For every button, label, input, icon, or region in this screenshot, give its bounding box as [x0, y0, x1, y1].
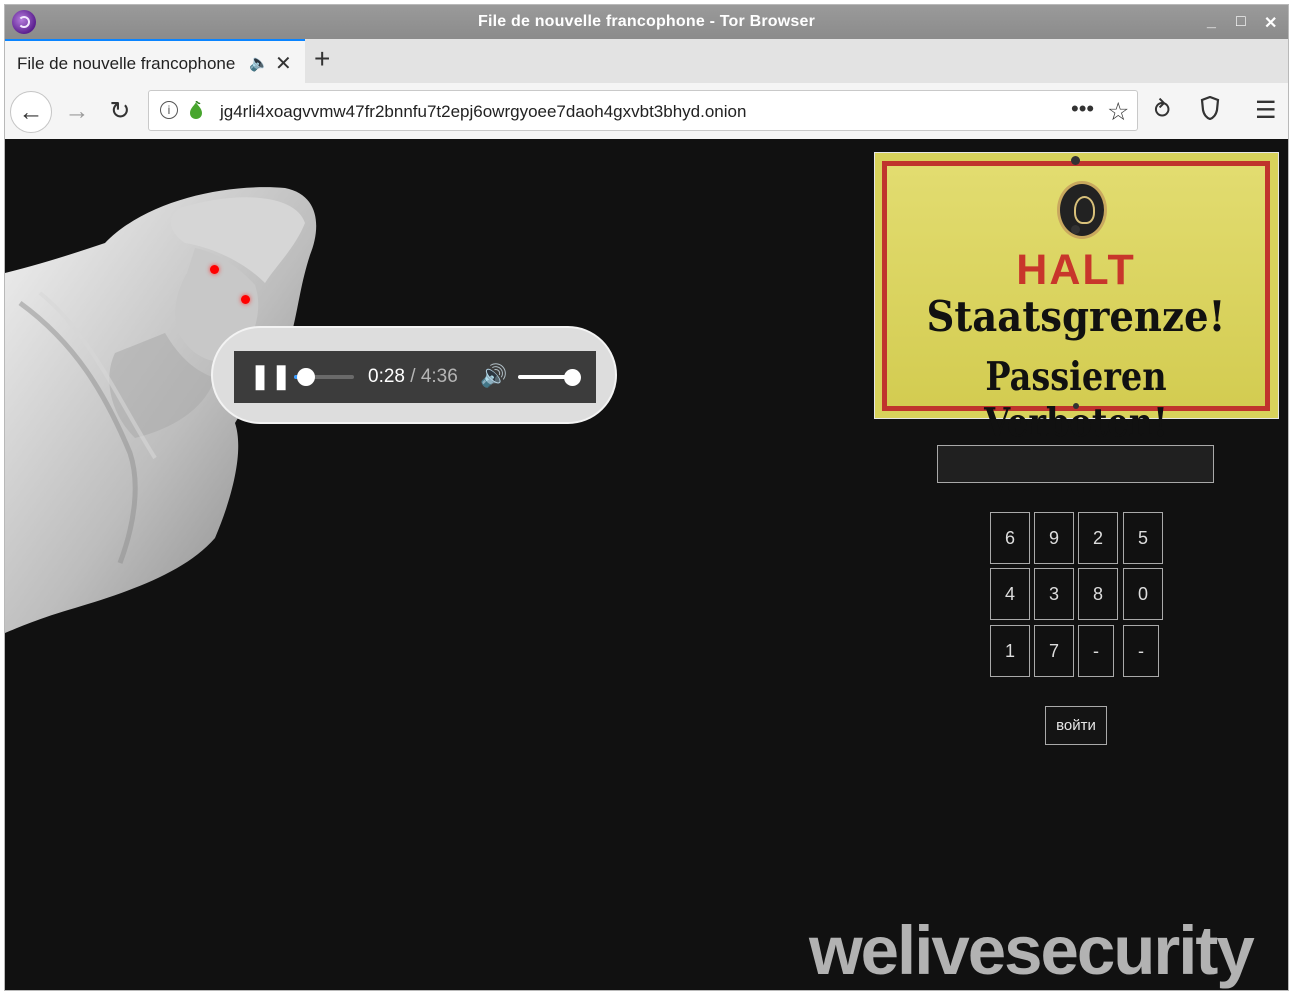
reload-icon[interactable]: ↻	[100, 91, 140, 131]
code-input[interactable]	[937, 445, 1214, 483]
keypad-key[interactable]: 5	[1123, 512, 1163, 564]
title-bar: File de nouvelle francophone - Tor Brows…	[5, 5, 1288, 39]
keypad-key[interactable]: 7	[1034, 625, 1074, 677]
sign-line3: Passieren Verboten!	[984, 354, 1168, 446]
duration: / 4:36	[410, 366, 458, 387]
keypad-key[interactable]: 2	[1078, 512, 1118, 564]
address-bar[interactable]: i jg4rli4xoagvvmw47fr2bnnfu7t2epj6owrgyo…	[148, 90, 1138, 131]
keypad-key[interactable]: 0	[1123, 568, 1163, 620]
sign-panel: HALT Staatsgrenze! Passieren Verboten!	[882, 161, 1270, 446]
red-eye-right	[241, 295, 250, 304]
active-tab[interactable]: File de nouvelle francophone 🔈 ✕	[5, 39, 305, 83]
url-text: jg4rli4xoagvvmw47fr2bnnfu7t2epj6owrgyoee…	[220, 102, 747, 121]
keypad-key[interactable]: 8	[1078, 568, 1118, 620]
onion-icon	[190, 101, 202, 119]
hamburger-menu-icon[interactable]: ☰	[1255, 96, 1277, 125]
keypad-key[interactable]: -	[1078, 625, 1114, 677]
tor-onion-circuit-icon[interactable]: ⥁	[1154, 96, 1170, 125]
keypad-key[interactable]: -	[1123, 625, 1159, 677]
login-button[interactable]: войти	[1045, 706, 1107, 745]
info-icon[interactable]: i	[160, 101, 178, 119]
red-eye-left	[210, 265, 219, 274]
keypad-key[interactable]: 1	[990, 625, 1030, 677]
maximize-icon[interactable]: □	[1236, 13, 1246, 31]
screw-icon	[1071, 225, 1080, 234]
shield-icon[interactable]	[1200, 96, 1220, 120]
audio-player[interactable]: ❚❚ 0:28 / 4:36 🔊	[234, 351, 596, 403]
forward-arrow-icon[interactable]: →	[57, 91, 97, 131]
border-sign-image: HALT Staatsgrenze! Passieren Verboten!	[874, 152, 1279, 446]
keypad-key[interactable]: 6	[990, 512, 1030, 564]
current-time: 0:28	[368, 366, 405, 387]
volume-icon[interactable]: 🔊	[480, 363, 507, 389]
sign-line2: Staatsgrenze!	[926, 292, 1226, 341]
close-window-icon[interactable]: ✕	[1264, 13, 1277, 33]
welivesecurity-logo: welivesecurity	[809, 912, 1255, 989]
window-title: File de nouvelle francophone - Tor Brows…	[477, 13, 816, 30]
page-content: ❚❚ 0:28 / 4:36 🔊 HALT Staatsgrenze! Pass…	[5, 139, 1288, 990]
screw-icon	[1073, 403, 1079, 409]
sign-line1: HALT	[1016, 246, 1136, 294]
bookmark-star-icon[interactable]: ☆	[1107, 97, 1129, 127]
screw-icon	[1071, 156, 1080, 165]
back-arrow-icon[interactable]: ←	[10, 91, 52, 133]
tab-title: File de nouvelle francophone	[17, 54, 236, 73]
volume-handle[interactable]	[564, 369, 581, 386]
page-actions-icon[interactable]: •••	[1071, 96, 1094, 122]
new-tab-button[interactable]: +	[314, 44, 330, 74]
pause-icon[interactable]: ❚❚	[250, 365, 292, 389]
time-display: 0:28 / 4:36	[368, 366, 458, 388]
browser-window: File de nouvelle francophone - Tor Brows…	[4, 4, 1289, 991]
close-icon[interactable]: ✕	[275, 51, 292, 76]
keypad-key[interactable]: 3	[1034, 568, 1074, 620]
tab-bar: File de nouvelle francophone 🔈 ✕ +	[5, 39, 1288, 84]
progress-handle[interactable]	[297, 368, 315, 386]
minimize-icon[interactable]: _	[1207, 13, 1216, 31]
keypad-key[interactable]: 9	[1034, 512, 1074, 564]
gdr-emblem-icon	[1057, 181, 1107, 239]
keypad-key[interactable]: 4	[990, 568, 1030, 620]
navigation-toolbar: ← → ↻ i jg4rli4xoagvvmw47fr2bnnfu7t2epj6…	[5, 83, 1288, 140]
speaker-icon[interactable]: 🔈	[249, 53, 269, 73]
progress-bar[interactable]	[294, 368, 354, 386]
